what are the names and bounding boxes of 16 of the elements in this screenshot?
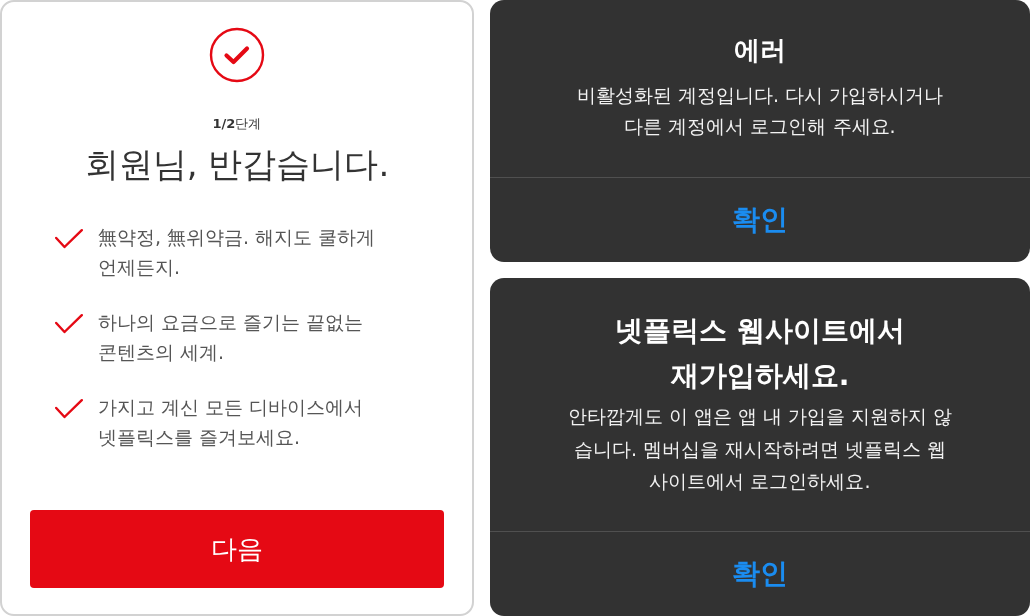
benefit-text: 無약정, 無위약금. 해지도 쿨하게 언제든지. [98, 225, 376, 280]
welcome-title: 회원님, 반갑습니다. [84, 143, 390, 186]
next-button[interactable]: 다음 [30, 510, 444, 588]
benefit-text: 하나의 요금으로 즐기는 끝없는 콘텐츠의 세계. [98, 310, 364, 365]
step-indicator: 1/2단계 [212, 115, 262, 133]
dialog-title: 에러 [734, 34, 786, 67]
benefit-text: 가지고 계신 모든 디바이스에서 넷플릭스를 즐겨보세요. [98, 395, 364, 450]
ok-button[interactable]: 확인 [490, 531, 1030, 616]
dialog-title: 넷플릭스 웹사이트에서 재가입하세요. [615, 313, 905, 394]
dialog-message: 안타깝게도 이 앱은 앱 내 가입을 지원하지 않 습니다. 멤버십을 재시작하려면 넷플릭스 웹 사이트에서 로그인하세요. [567, 404, 953, 494]
check-icon [55, 314, 83, 334]
check-icon [55, 229, 83, 249]
check-icon [55, 399, 83, 419]
ok-button[interactable]: 확인 [490, 177, 1030, 262]
dialog-message: 비활성화된 계정입니다. 다시 가입하시거나 다른 계정에서 로그인해 주세요. [576, 83, 944, 139]
check-circle-icon [209, 27, 265, 83]
